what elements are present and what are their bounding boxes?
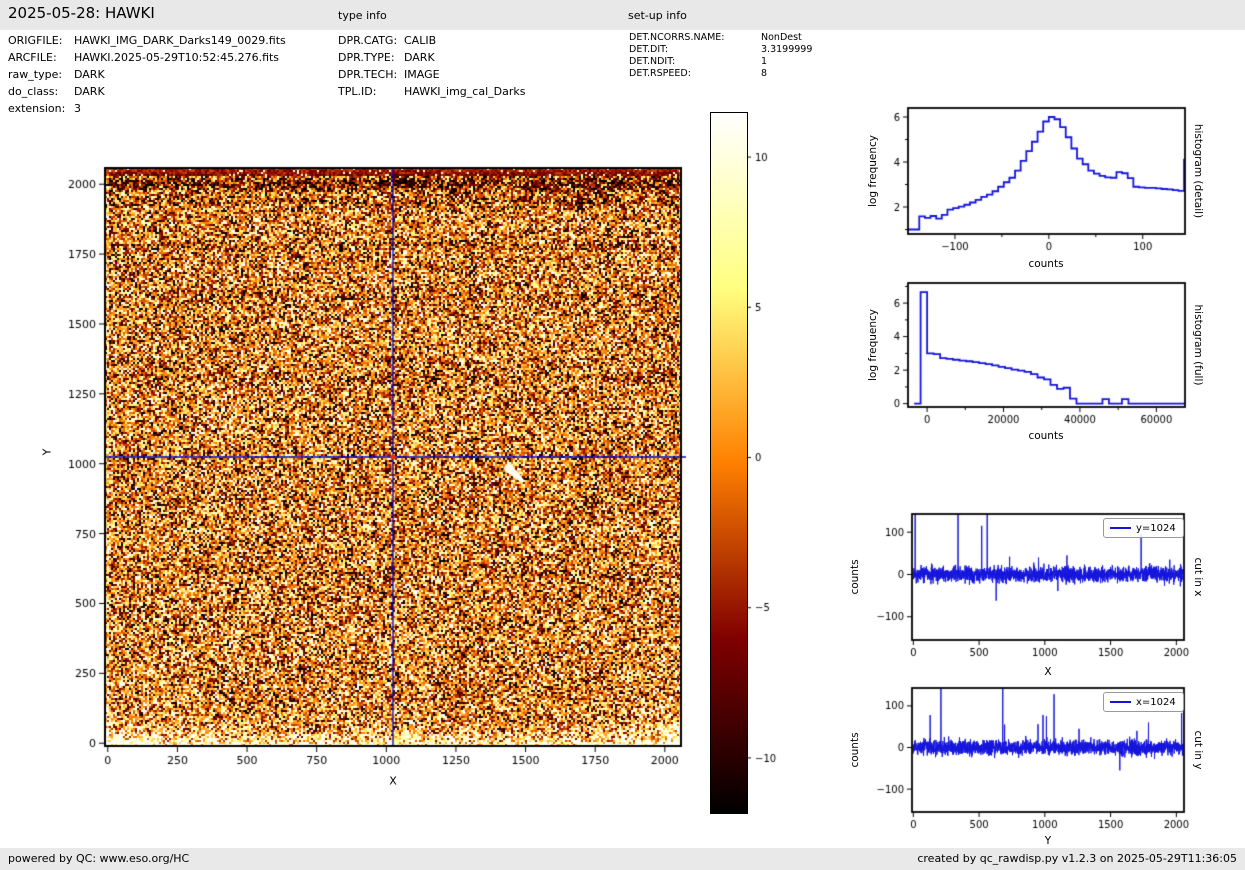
setup-info-value: 8 — [761, 68, 768, 79]
footer-powered-by: powered by QC: www.eso.org/HC — [8, 852, 190, 865]
setup-info-value: 1 — [761, 56, 768, 67]
cut-x-legend: y=1024 — [1103, 518, 1184, 538]
main-image-yaxis-label: Y — [40, 448, 54, 456]
setup-info-label: DET.DIT: — [629, 44, 669, 55]
cut-x-side-label: cut in x — [1192, 557, 1204, 597]
setup-info-label: DET.NCORRS.NAME: — [629, 32, 725, 43]
setup-info-label: DET.NDIT: — [629, 56, 676, 67]
type-info-value: DARK — [404, 51, 435, 64]
legend-line-swatch — [1110, 701, 1131, 703]
main-image-xaxis-label: X — [389, 774, 397, 788]
file-info-label: ARCFILE: — [8, 51, 57, 64]
file-info-value: HAWKI.2025-05-29T10:52:45.276.fits — [74, 51, 280, 64]
file-info-value: 3 — [74, 102, 81, 115]
cut-y-xaxis-label: Y — [1044, 835, 1052, 847]
file-info-value: DARK — [74, 68, 105, 81]
file-info-label: raw_type: — [8, 68, 63, 81]
setup-info-heading: set-up info — [628, 9, 687, 22]
type-info-label: TPL.ID: — [338, 85, 377, 98]
setup-info-label: DET.RSPEED: — [629, 68, 691, 79]
cut-y-legend-label: x=1024 — [1136, 696, 1176, 708]
footer-created-by: created by qc_rawdisp.py v1.2.3 on 2025-… — [917, 852, 1237, 865]
cut-y-side-label: cut in y — [1192, 730, 1204, 770]
hist-full-xaxis-label: counts — [1028, 430, 1064, 442]
hist-detail-xaxis-label: counts — [1028, 258, 1064, 270]
hist-full-yaxis-label: log frequency — [867, 308, 879, 382]
file-info-label: extension: — [8, 102, 66, 115]
legend-line-swatch — [1110, 527, 1131, 529]
type-info-label: DPR.TYPE: — [338, 51, 395, 64]
header-bar — [0, 0, 1245, 30]
file-info-label: do_class: — [8, 85, 59, 98]
cut-x-xaxis-label: X — [1044, 666, 1052, 678]
cut-y-yaxis-label: counts — [849, 732, 861, 768]
qc-report-page: 2025-05-28: HAWKI type info set-up info … — [0, 0, 1245, 870]
hist-detail-side-label: histogram (detail) — [1192, 123, 1204, 219]
file-info-label: ORIGFILE: — [8, 34, 63, 47]
setup-info-value: 3.3199999 — [761, 44, 813, 55]
setup-info-value: NonDest — [761, 32, 802, 43]
type-info-value: HAWKI_img_cal_Darks — [404, 85, 526, 98]
type-info-label: DPR.TECH: — [338, 68, 398, 81]
hist-full-side-label: histogram (full) — [1192, 304, 1204, 386]
cut-y-legend: x=1024 — [1103, 692, 1184, 712]
type-info-value: IMAGE — [404, 68, 440, 81]
colorbar — [710, 112, 748, 814]
page-title: 2025-05-28: HAWKI — [8, 4, 155, 22]
type-info-value: CALIB — [404, 34, 437, 47]
file-info-value: DARK — [74, 85, 105, 98]
cut-x-legend-label: y=1024 — [1136, 522, 1176, 534]
hist-detail-yaxis-label: log frequency — [867, 134, 879, 208]
cut-x-yaxis-label: counts — [849, 559, 861, 595]
file-info-value: HAWKI_IMG_DARK_Darks149_0029.fits — [74, 34, 286, 47]
type-info-label: DPR.CATG: — [338, 34, 398, 47]
type-info-heading: type info — [338, 9, 387, 22]
